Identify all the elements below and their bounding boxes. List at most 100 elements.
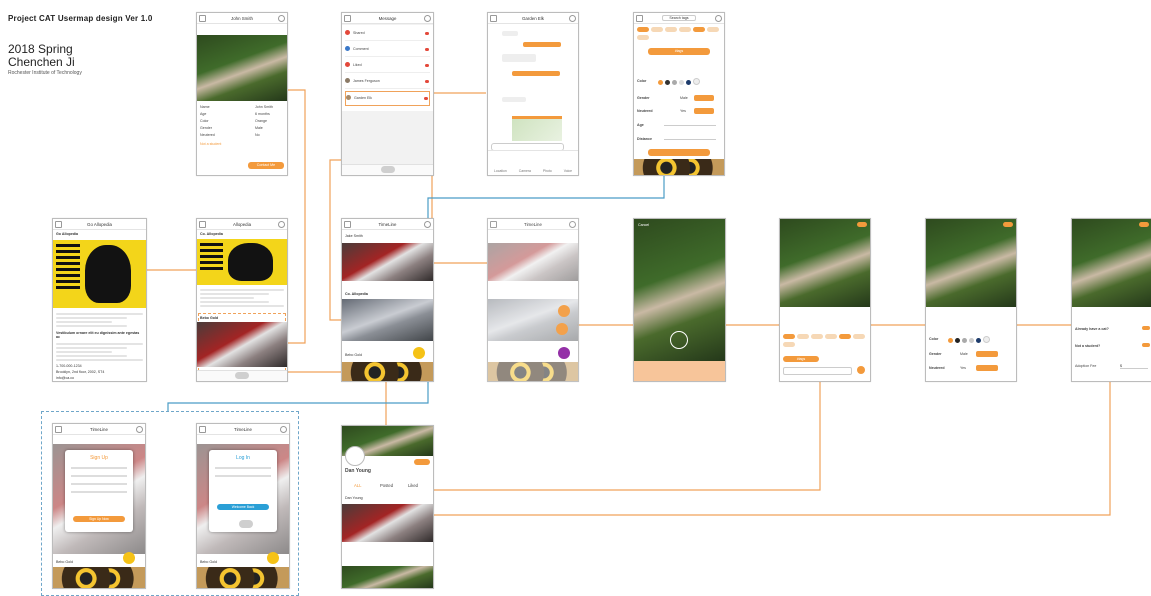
camera-icon[interactable]: Camera [519,169,531,173]
color-swatch[interactable] [962,338,967,343]
close-menu-button[interactable] [558,347,570,359]
social-login-toggle[interactable] [239,520,253,528]
confirm-password-field[interactable] [71,491,127,493]
signup-submit-button[interactable]: Sign Up Now [73,516,125,522]
search-icon[interactable] [424,221,431,228]
age-slider[interactable] [664,125,716,126]
option-yes[interactable]: Yes [960,366,966,370]
tag-pill[interactable] [839,334,851,339]
camera-icon[interactable] [490,221,497,228]
username-field[interactable] [71,467,127,469]
contact-button[interactable]: Contact Me [248,162,284,169]
option-female[interactable] [694,95,714,101]
username-field[interactable] [215,467,271,469]
color-swatch[interactable] [672,80,677,85]
tag-pill[interactable] [637,27,649,32]
back-icon[interactable] [55,221,62,228]
email-field[interactable] [71,475,127,477]
tag-pill[interactable] [693,27,705,32]
back-icon[interactable] [490,15,497,22]
post-photo-button[interactable] [558,305,570,317]
tab-bar[interactable] [342,164,433,175]
tag-pill[interactable] [783,334,795,339]
search-icon[interactable] [569,221,576,228]
apply-filter-button[interactable] [648,149,710,156]
voice-icon[interactable]: Voice [564,169,572,173]
tag-pill[interactable] [811,334,823,339]
photo-icon[interactable]: Photo [543,169,552,173]
tag-input[interactable] [783,367,852,375]
color-swatch[interactable] [665,80,670,85]
back-icon[interactable] [636,15,643,22]
add-tag-button[interactable]: #tags [783,356,819,362]
tag-pill[interactable] [679,27,691,32]
contact-phone[interactable]: 1-700-000-1234 [56,364,82,368]
contact-email[interactable]: info@ca.co [56,376,74,380]
login-submit-button[interactable]: Welcome Back [217,504,269,510]
search-icon[interactable] [715,15,722,22]
location-icon[interactable]: Location [494,169,507,173]
option-female[interactable] [976,351,998,357]
tag-pill[interactable] [665,27,677,32]
post-article-button[interactable] [556,323,568,335]
tag-pill[interactable] [853,334,865,339]
tag-pill[interactable] [707,27,719,32]
tag-pill[interactable] [825,334,837,339]
camera-icon[interactable] [55,426,62,433]
camera-icon[interactable] [199,221,206,228]
menu-icon[interactable] [569,15,576,22]
toggle-already-have-cat[interactable] [1142,326,1150,330]
menu-icon[interactable] [278,15,285,22]
color-swatch[interactable] [693,78,700,85]
list-item[interactable]: Garden Elk [345,91,430,106]
next-button[interactable] [1139,222,1149,227]
camera-icon[interactable] [344,221,351,228]
adoption-fee-input[interactable]: $ [1120,364,1148,369]
cancel-button[interactable]: Cancel [638,223,649,227]
option-no[interactable] [694,108,714,114]
search-icon[interactable] [424,15,431,22]
list-item[interactable]: Shared [345,27,430,41]
color-swatch[interactable] [948,338,953,343]
thumbnail-strip[interactable] [634,361,725,381]
password-field[interactable] [215,475,271,477]
color-swatch[interactable] [955,338,960,343]
search-icon[interactable] [280,426,287,433]
search-icon[interactable] [136,426,143,433]
search-input[interactable]: Search tags [662,15,696,21]
option-male[interactable]: Male [680,96,688,100]
tag-pill[interactable] [651,27,663,32]
color-swatch[interactable] [983,336,990,343]
camera-icon[interactable] [344,15,351,22]
color-swatch[interactable] [976,338,981,343]
shutter-button[interactable] [670,331,688,349]
follow-button[interactable] [414,459,430,465]
color-swatch[interactable] [658,80,663,85]
next-button[interactable] [1003,222,1013,227]
menu-icon[interactable] [278,221,285,228]
option-male[interactable]: Male [960,352,968,356]
list-item[interactable]: James Ferguson [345,75,430,89]
tag-pill[interactable] [783,342,795,347]
color-swatch[interactable] [686,80,691,85]
add-post-button[interactable] [123,552,135,564]
tab-liked[interactable]: Liked [408,483,418,488]
tab-bar[interactable] [197,370,287,381]
tab-posted[interactable]: Posted [380,483,393,488]
add-tag-button[interactable]: #tags [648,48,710,55]
list-item[interactable]: Comment [345,43,430,57]
option-no[interactable] [976,365,998,371]
color-swatch[interactable] [679,80,684,85]
tab-all[interactable]: ALL [354,483,361,488]
toggle-not-student[interactable] [1142,343,1150,347]
distance-slider[interactable] [664,139,716,140]
contact-address[interactable]: Brooklyn, 2nd floor, 2002, ST4 [56,370,104,374]
add-post-button[interactable] [267,552,279,564]
back-icon[interactable] [199,15,206,22]
option-yes[interactable]: Yes [680,109,686,113]
list-item[interactable]: Liked [345,59,430,73]
camera-icon[interactable] [199,426,206,433]
tag-pill[interactable] [797,334,809,339]
next-button[interactable] [857,222,867,227]
color-swatch[interactable] [969,338,974,343]
